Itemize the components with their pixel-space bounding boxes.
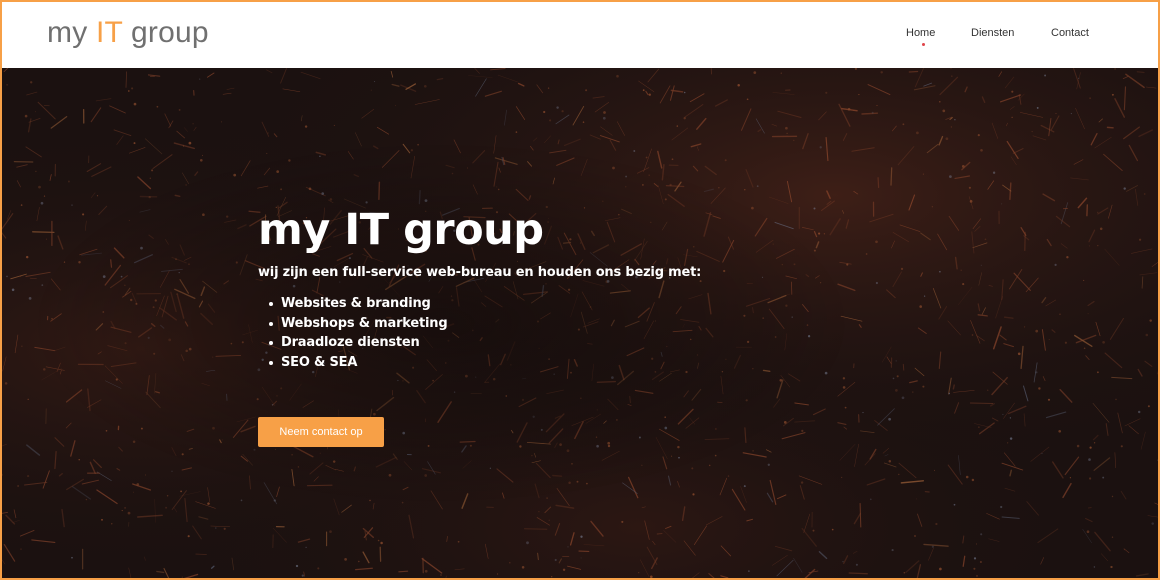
logo-text-group: group <box>122 16 209 49</box>
services-list: Websites & branding Webshops & marketing… <box>258 294 858 372</box>
service-item: SEO & SEA <box>269 353 858 373</box>
hero-content: my IT group wij zijn een full-service we… <box>258 204 858 372</box>
service-label: Webshops & marketing <box>281 315 448 331</box>
service-item: Websites & branding <box>269 294 858 314</box>
site-logo[interactable]: my IT group <box>47 15 209 51</box>
hero-subtitle: wij zijn een full-service web-bureau en … <box>258 265 702 280</box>
service-item: Draadloze diensten <box>269 333 858 353</box>
nav-home[interactable]: Home <box>906 26 935 40</box>
hero-title: my IT group <box>258 205 544 255</box>
bullet-icon <box>269 341 273 345</box>
site-header: my IT group Home Diensten Contact <box>2 2 1158 68</box>
page-frame: my IT group Home Diensten Contact my IT … <box>0 0 1160 580</box>
bullet-icon <box>269 321 273 326</box>
contact-cta-button[interactable]: Neem contact op <box>258 417 384 447</box>
service-label: SEO & SEA <box>281 354 358 370</box>
bullet-icon <box>269 360 273 365</box>
nav-contact[interactable]: Contact <box>1051 26 1089 40</box>
logo-text-it: IT <box>95 16 123 49</box>
hero-section: my IT group wij zijn een full-service we… <box>2 68 1158 578</box>
service-label: Websites & branding <box>281 296 431 311</box>
nav-diensten[interactable]: Diensten <box>971 26 1014 40</box>
service-item: Webshops & marketing <box>269 314 858 334</box>
nav-active-indicator <box>922 43 925 46</box>
logo-text-my: my <box>47 16 96 49</box>
bullet-icon <box>269 302 273 306</box>
service-label: Draadloze diensten <box>281 335 420 350</box>
